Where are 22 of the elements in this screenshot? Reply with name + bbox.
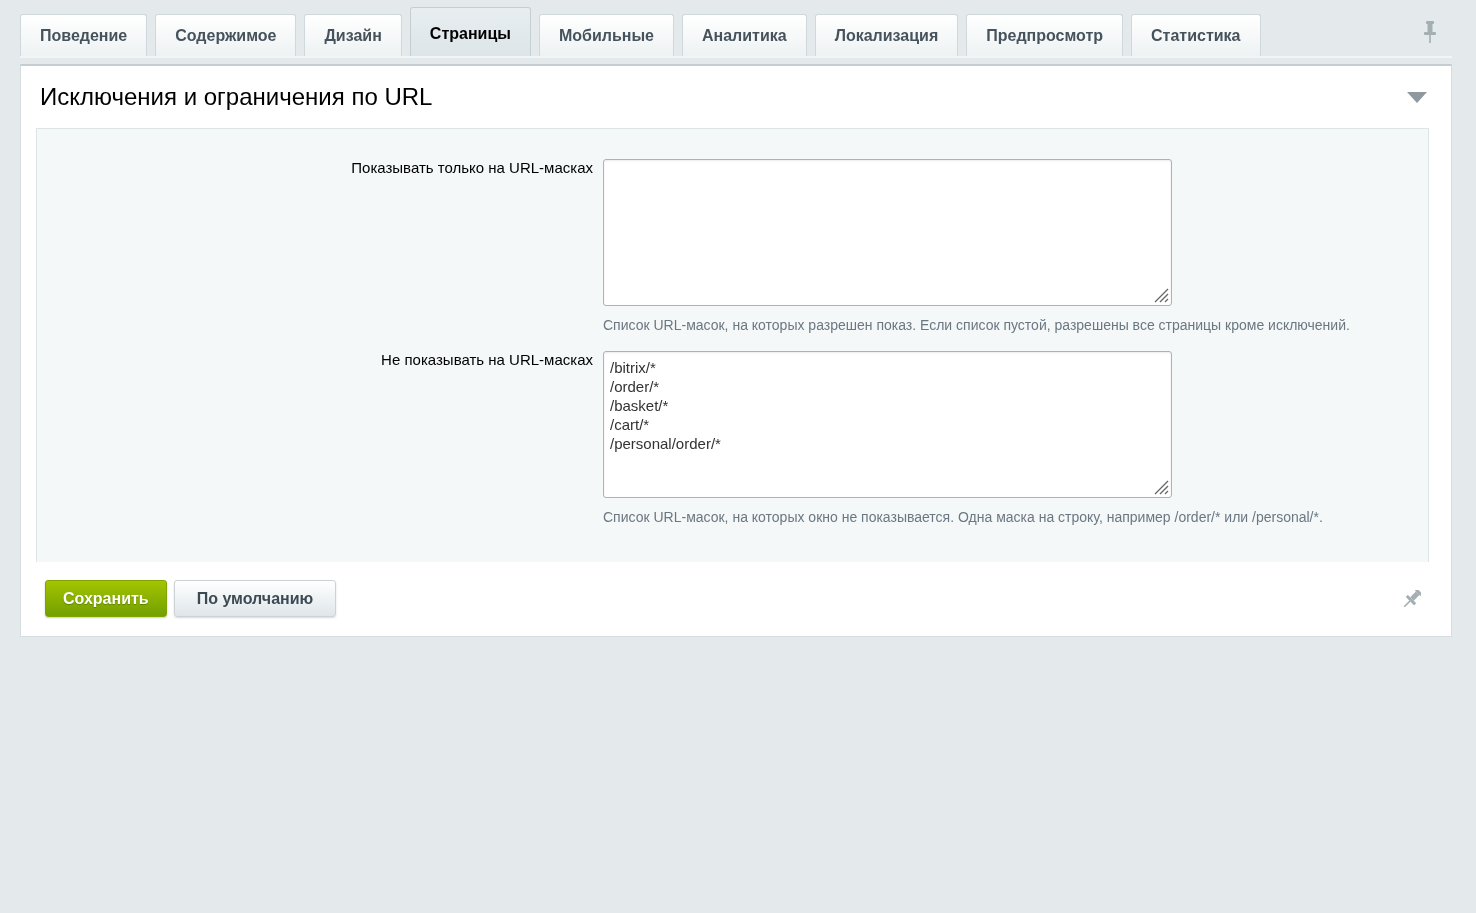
tab[interactable]: Мобильные [538, 14, 674, 56]
tab[interactable]: Страницы [409, 7, 531, 56]
field-hint: Список URL-масок, на которых разрешен показ. Если список пустой, разрешены все страницы кроме исключений. [603, 317, 1350, 333]
field-hint: Список URL-масок, на которых окно не показывается. Одна маска на строку, например /order/* или /personal/*. [603, 509, 1323, 525]
tab[interactable]: Локализация [814, 14, 959, 56]
field-label: Не показывать на URL-масках [381, 351, 593, 369]
tab[interactable]: Статистика [1131, 14, 1261, 56]
field-label: Показывать только на URL-масках [351, 159, 593, 177]
tab[interactable]: Содержимое [155, 14, 297, 56]
tab[interactable]: Поведение [20, 14, 148, 56]
resize-grip-icon[interactable] [1153, 287, 1169, 303]
pin-icon[interactable] [1403, 589, 1421, 608]
resize-grip-icon[interactable] [1153, 479, 1169, 495]
pin-icon[interactable] [1424, 20, 1436, 43]
default-button[interactable]: По умолчанию [173, 580, 337, 617]
tab[interactable]: Дизайн [304, 14, 402, 56]
collapse-triangle-icon[interactable] [1407, 91, 1427, 103]
textarea-field[interactable]: /bitrix/* /order/* /basket/* /cart/* /personal/order/* [603, 351, 1172, 498]
section-title: Исключения и ограничения по URL [40, 83, 433, 111]
tab[interactable]: Аналитика [681, 14, 807, 56]
textarea-field[interactable] [603, 159, 1172, 306]
tab[interactable]: Предпросмотр [966, 14, 1124, 56]
